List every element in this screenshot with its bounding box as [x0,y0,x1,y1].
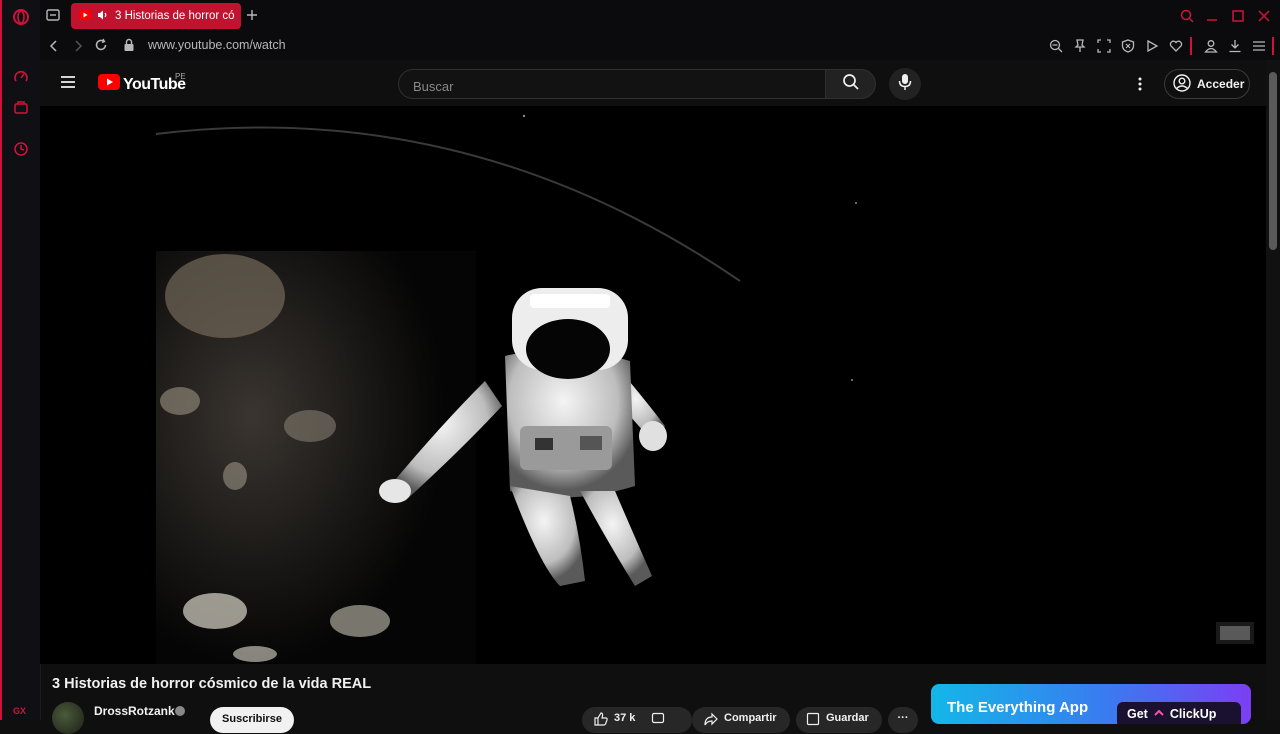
page-scrollbar[interactable] [1266,60,1280,720]
youtube-logo-icon [98,74,120,95]
share-label: Compartir [724,712,777,724]
tab-title: 3 Historias de horror có [115,10,235,22]
region-code: PE [175,72,186,81]
youtube-logo[interactable]: YouTube [98,74,186,95]
shield-icon[interactable] [1121,39,1135,58]
settings-kebab-icon[interactable] [1132,74,1148,94]
more-actions-button[interactable]: ··· [888,707,918,733]
subscribe-button[interactable]: Suscribirse [210,707,294,733]
audio-playing-icon[interactable] [97,9,109,24]
like-dislike-group: 37 k [582,707,692,733]
hamburger-menu-icon[interactable] [60,75,76,94]
frame-accent-right [1272,37,1274,55]
share-icon [704,712,718,729]
speed-dial-icon[interactable] [12,68,30,86]
frame-accent [0,0,2,720]
save-playlist-icon [806,712,820,729]
search-box [398,69,826,99]
pin-icon[interactable] [1074,39,1086,58]
ad-cta-brand: ClickUp [1169,707,1217,721]
video-frame [40,106,1266,664]
snapshot-icon[interactable] [1097,39,1111,58]
ad-cta-prefix: Get [1127,707,1148,721]
bag-icon[interactable] [12,98,30,116]
ad-headline: The Everything App [947,699,1089,716]
search-tabs-icon[interactable] [1178,7,1196,25]
forward-icon[interactable] [72,39,84,58]
zoom-icon[interactable] [1049,39,1063,58]
user-circle-icon [1173,73,1191,95]
like-icon[interactable] [594,712,608,729]
voice-search-button[interactable] [889,68,921,100]
lock-icon[interactable] [123,38,135,57]
download-icon[interactable] [1228,39,1242,58]
save-label: Guardar [826,712,869,724]
dislike-icon[interactable] [651,712,665,729]
heart-icon[interactable] [1169,39,1183,58]
tab-active[interactable]: 3 Historias de horror có [71,3,241,29]
account-icon[interactable] [1204,39,1218,58]
ad-cta-button[interactable]: Get ClickUp [1117,702,1241,724]
tab-manager-icon[interactable] [46,8,60,27]
verified-badge-icon [175,706,185,716]
youtube-favicon-icon [79,9,91,23]
share-button[interactable]: Compartir [692,707,790,733]
close-window-button[interactable] [1255,7,1273,25]
browser-sidebar: GX [0,0,41,720]
search-input[interactable] [411,76,815,96]
channel-name[interactable]: DrossRotzank [94,704,175,718]
like-count[interactable]: 37 k [614,712,635,724]
new-tab-button[interactable] [246,8,258,26]
toolbar-divider [1190,37,1192,55]
play-icon[interactable] [1145,39,1159,58]
save-button[interactable]: Guardar [796,707,882,733]
signin-button[interactable]: Acceder [1164,69,1250,99]
back-icon[interactable] [48,39,60,58]
video-title: 3 Historias de horror cósmico de la vida… [52,676,372,692]
channel-watermark [1216,622,1254,644]
video-player[interactable] [40,106,1266,664]
channel-avatar[interactable] [52,702,84,734]
address-bar: www.youtube.com/watch [40,32,1280,60]
search-button[interactable] [826,69,876,99]
gx-brand: GX [13,706,27,716]
tab-bar: 3 Historias de horror có [40,0,1280,32]
menu-icon[interactable] [1252,39,1266,58]
youtube-header: YouTube PE Acceder [40,60,1266,106]
microphone-icon [898,73,912,96]
maximize-button[interactable] [1229,7,1247,25]
opera-logo-icon[interactable] [12,8,30,26]
url-field[interactable]: www.youtube.com/watch [148,38,286,52]
more-label: ··· [897,712,909,724]
sponsored-ad[interactable]: The Everything App Get ClickUp [931,684,1251,724]
minimize-button[interactable] [1203,7,1221,25]
signin-label: Acceder [1197,77,1245,91]
search-icon [842,73,860,96]
scroll-thumb[interactable] [1269,72,1277,250]
history-icon[interactable] [12,140,30,158]
reload-icon[interactable] [94,38,108,57]
